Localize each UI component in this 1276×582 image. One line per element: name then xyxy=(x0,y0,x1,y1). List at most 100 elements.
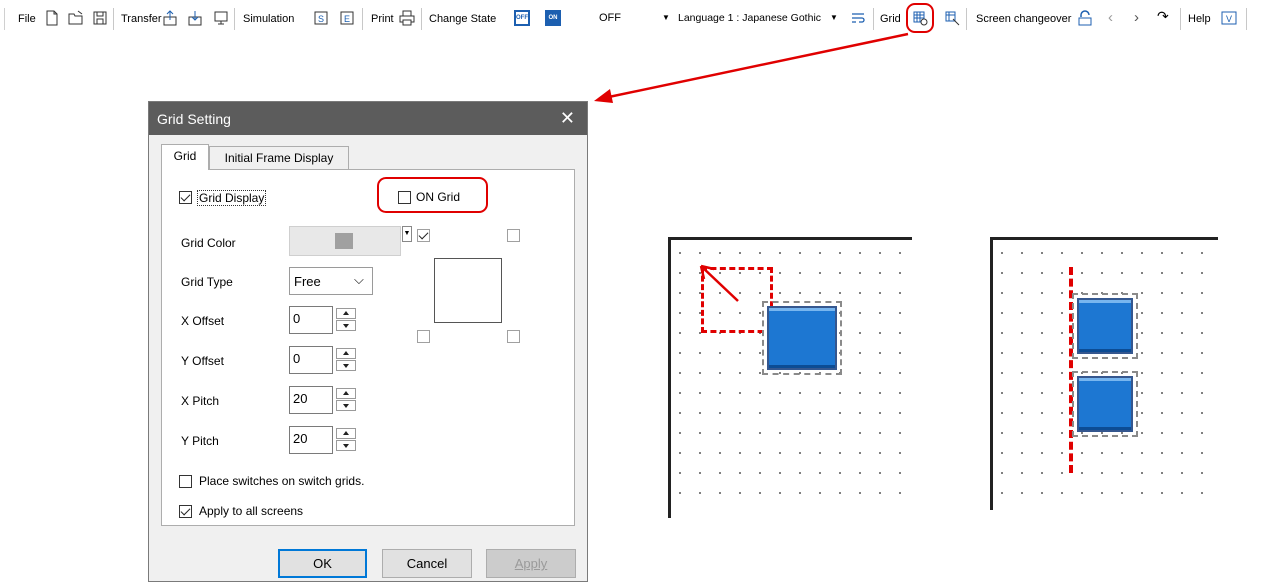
grid-color-label: Grid Color xyxy=(181,236,236,250)
svg-text:V: V xyxy=(1226,14,1232,24)
canvas-on-grid xyxy=(990,237,1218,510)
simulation-menu[interactable]: Simulation xyxy=(243,13,294,25)
grid-type-label: Grid Type xyxy=(181,275,233,289)
chevron-down-icon[interactable]: ▼ xyxy=(402,226,412,242)
toolbar-separator xyxy=(421,8,422,30)
switch-part[interactable] xyxy=(1072,293,1138,359)
on-grid-highlight xyxy=(377,177,488,213)
place-switches-checkbox[interactable] xyxy=(179,475,192,488)
apply-all-checkbox[interactable] xyxy=(179,505,192,518)
dialog-title: Grid Setting xyxy=(157,111,231,127)
transfer-menu[interactable]: Transfer xyxy=(121,13,162,25)
save-icon[interactable] xyxy=(92,10,108,26)
y-pitch-input[interactable]: 20 xyxy=(289,426,333,454)
text-wrap-icon[interactable] xyxy=(850,10,866,26)
move-arrow-icon xyxy=(699,264,739,302)
canvas-left-edge xyxy=(990,237,993,510)
simulation-start-icon[interactable]: S xyxy=(313,10,329,26)
y-offset-value: 0 xyxy=(293,351,301,366)
open-folder-icon[interactable] xyxy=(68,10,84,26)
corner-checkbox-top-left[interactable] xyxy=(417,229,430,242)
y-offset-up-button[interactable] xyxy=(336,348,356,359)
y-offset-down-button[interactable] xyxy=(336,360,356,371)
grid-type-value: Free xyxy=(294,274,321,289)
canvas-free-grid xyxy=(668,237,912,518)
state-select-value: OFF xyxy=(599,12,621,24)
download-icon[interactable] xyxy=(187,10,203,26)
state-select[interactable]: OFF ▼ xyxy=(570,9,670,27)
back-icon[interactable]: ‹ xyxy=(1108,9,1113,26)
grid-color-picker[interactable] xyxy=(289,226,401,256)
x-pitch-down-button[interactable] xyxy=(336,400,356,411)
new-file-icon[interactable] xyxy=(44,10,60,26)
x-offset-label: X Offset xyxy=(181,314,225,328)
toolbar-grip xyxy=(4,8,5,30)
grid-color-swatch xyxy=(335,233,353,249)
change-state-menu[interactable]: Change State xyxy=(429,13,496,25)
toolbar-separator xyxy=(113,8,114,30)
redo-icon[interactable]: ↷ xyxy=(1157,8,1169,25)
y-pitch-label: Y Pitch xyxy=(181,434,219,448)
state-on-icon[interactable]: ON xyxy=(545,10,561,26)
x-offset-down-button[interactable] xyxy=(336,320,356,331)
place-switches-label: Place switches on switch grids. xyxy=(199,474,365,488)
file-menu[interactable]: File xyxy=(18,13,36,25)
x-offset-up-button[interactable] xyxy=(336,308,356,319)
toolbar-separator xyxy=(234,8,235,30)
svg-text:E: E xyxy=(344,14,350,24)
grid-display-checkbox[interactable] xyxy=(179,191,192,204)
canvas-top-edge xyxy=(990,237,1218,240)
toolbar-separator xyxy=(966,8,967,30)
chevron-down-icon: ⌵ xyxy=(354,272,364,287)
apply-button[interactable]: Apply xyxy=(486,549,576,578)
simulation-edit-icon[interactable]: E xyxy=(339,10,355,26)
screen-changeover-menu[interactable]: Screen changeover xyxy=(976,13,1071,25)
screen-lock-icon[interactable] xyxy=(1077,10,1093,26)
upload-icon[interactable] xyxy=(162,10,178,26)
toolbar-separator xyxy=(873,8,874,30)
y-pitch-down-button[interactable] xyxy=(336,440,356,451)
state-off-icon[interactable]: OFF xyxy=(514,10,530,26)
y-pitch-up-button[interactable] xyxy=(336,428,356,439)
chevron-down-icon: ▼ xyxy=(662,13,670,22)
cancel-button[interactable]: Cancel xyxy=(382,549,472,578)
help-icon[interactable]: V xyxy=(1221,10,1237,26)
x-offset-input[interactable]: 0 xyxy=(289,306,333,334)
y-offset-input[interactable]: 0 xyxy=(289,346,333,374)
print-icon[interactable] xyxy=(399,10,415,26)
corner-checkbox-bottom-left[interactable] xyxy=(417,330,430,343)
help-menu[interactable]: Help xyxy=(1188,13,1211,25)
x-pitch-up-button[interactable] xyxy=(336,388,356,399)
x-pitch-value: 20 xyxy=(293,391,308,406)
tab-initial-frame-display[interactable]: Initial Frame Display xyxy=(209,146,349,170)
language-select-value: Language 1 : Japanese Gothic xyxy=(678,12,822,24)
close-icon[interactable]: ✕ xyxy=(560,108,575,129)
grid-tab-panel: Grid Display ON Grid Grid Color ▼ Grid T… xyxy=(161,169,575,526)
y-pitch-value: 20 xyxy=(293,431,308,446)
language-select[interactable]: Language 1 : Japanese Gothic ▼ xyxy=(676,9,838,27)
apply-all-label: Apply to all screens xyxy=(199,504,304,518)
grid-type-select[interactable]: Free ⌵ xyxy=(289,267,373,295)
grid-menu[interactable]: Grid xyxy=(880,13,901,25)
monitor-icon[interactable] xyxy=(213,10,229,26)
tab-grid[interactable]: Grid xyxy=(161,144,209,170)
y-offset-label: Y Offset xyxy=(181,354,224,368)
x-offset-stepper[interactable]: 0 xyxy=(289,306,356,336)
tab-grid-label: Grid xyxy=(173,149,197,163)
dialog-title-bar: Grid Setting ✕ xyxy=(149,102,587,135)
corner-checkbox-top-right[interactable] xyxy=(507,229,520,242)
y-offset-stepper[interactable]: 0 xyxy=(289,346,356,376)
switch-part[interactable] xyxy=(1072,371,1138,437)
print-menu[interactable]: Print xyxy=(371,13,394,25)
switch-part[interactable] xyxy=(762,301,842,375)
x-pitch-stepper[interactable]: 20 xyxy=(289,386,356,416)
corner-checkbox-bottom-right[interactable] xyxy=(507,330,520,343)
grid-preview xyxy=(434,258,502,323)
x-pitch-input[interactable]: 20 xyxy=(289,386,333,414)
forward-icon[interactable]: › xyxy=(1134,9,1139,26)
y-pitch-stepper[interactable]: 20 xyxy=(289,426,356,456)
x-offset-value: 0 xyxy=(293,311,301,326)
grid-snap-icon[interactable] xyxy=(944,10,960,26)
ok-button[interactable]: OK xyxy=(278,549,367,578)
grid-display-label: Grid Display xyxy=(197,190,267,206)
